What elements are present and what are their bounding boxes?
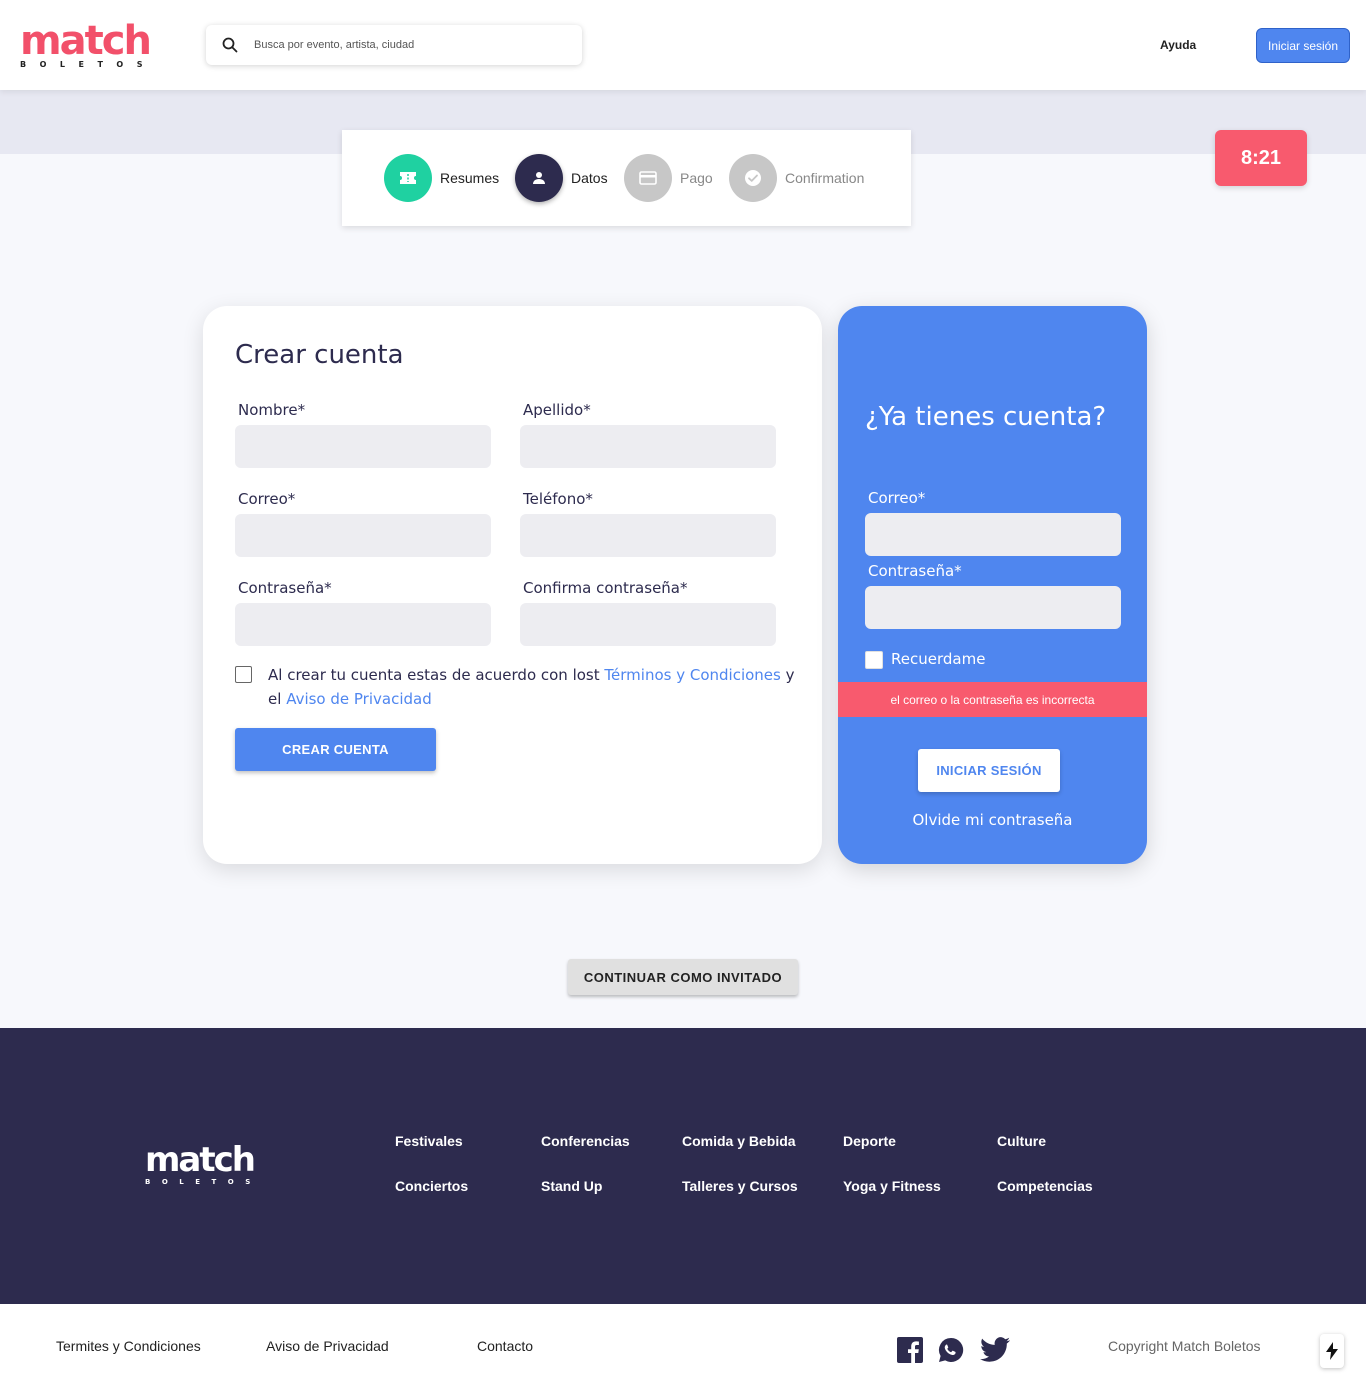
first-name-field[interactable] [235,425,491,468]
match-boletos-logo[interactable]: match BOLETOS [20,18,160,70]
last-name-field[interactable] [520,425,776,468]
copyright-text: Copyright Match Boletos [1108,1338,1261,1354]
facebook-icon[interactable] [896,1336,924,1364]
footer-link-competencias[interactable]: Competencias [997,1178,1093,1194]
step-circle [624,154,672,202]
quick-action-button[interactable] [1320,1334,1344,1368]
credit-card-icon [639,171,657,185]
phone-label: Teléfono* [523,490,593,508]
step-label: Resumes [440,170,500,186]
step-pago[interactable]: Pago [624,154,713,202]
first-name-label: Nombre* [238,401,306,419]
forgot-password-link[interactable]: Olvide mi contraseña [838,811,1147,829]
check-circle-icon [745,170,761,186]
phone-field[interactable] [520,514,776,557]
header-login-button[interactable]: Iniciar sesión [1256,28,1350,63]
login-email-label: Correo* [868,489,926,507]
email-field[interactable] [235,514,491,557]
ticket-icon [400,172,416,184]
footer-link-conciertos[interactable]: Conciertos [395,1178,468,1194]
footer: match BOLETOS Festivales Conferencias Co… [0,1028,1366,1304]
login-password-field[interactable] [865,586,1121,629]
step-circle [384,154,432,202]
confirm-password-label: Confirma contraseña* [523,579,688,597]
remember-label: Recuerdame [891,650,986,668]
footer-link-yoga-fitness[interactable]: Yoga y Fitness [843,1178,941,1194]
login-title: ¿Ya tienes cuenta? [865,402,1107,432]
password-label: Contraseña* [238,579,332,597]
search-input[interactable] [254,33,564,57]
step-label: Confirmation [785,170,865,186]
terms-text: Al crear tu cuenta estas de acuerdo con … [268,663,808,711]
footer-link-comida-bebida[interactable]: Comida y Bebida [682,1133,796,1149]
top-header: match BOLETOS Ayuda Iniciar sesión [0,0,1366,90]
continue-as-guest-button[interactable]: CONTINUAR COMO INVITADO [568,959,798,995]
terms-checkbox[interactable] [235,666,252,683]
login-password-label: Contraseña* [868,562,962,580]
step-confirmation[interactable]: Confirmation [729,154,864,202]
footer-link-stand-up[interactable]: Stand Up [541,1178,602,1194]
search-icon [222,37,238,53]
countdown-timer: 8:21 [1215,130,1307,186]
terms-link[interactable]: Términos y Condiciones [604,666,780,684]
lightning-icon [1326,1342,1338,1360]
footer-logo-word: match [145,1140,256,1180]
logo-subtitle: BOLETOS [20,60,156,69]
footer-link-festivales[interactable]: Festivales [395,1133,463,1149]
footer-link-talleres-cursos[interactable]: Talleres y Cursos [682,1178,798,1194]
user-icon [533,172,545,184]
step-circle [729,154,777,202]
password-field[interactable] [235,603,491,646]
bottom-terms-link[interactable]: Termites y Condiciones [56,1338,201,1354]
help-link[interactable]: Ayuda [1160,38,1196,52]
privacy-link[interactable]: Aviso de Privacidad [286,690,432,708]
search-bar[interactable] [206,25,582,65]
bottom-bar: Termites y Condiciones Aviso de Privacid… [0,1304,1366,1395]
checkout-stepper: Resumes Datos Pago Confirmation [342,130,911,226]
remember-checkbox[interactable] [865,651,883,669]
step-label: Pago [680,170,713,186]
create-account-card: Crear cuenta Nombre* Apellido* Correo* T… [203,306,822,864]
bottom-contact-link[interactable]: Contacto [477,1338,533,1354]
login-error-message: el correo o la contraseña es incorrecta [838,682,1147,717]
bottom-privacy-link[interactable]: Aviso de Privacidad [266,1338,389,1354]
whatsapp-icon[interactable] [937,1336,965,1364]
twitter-icon[interactable] [979,1336,1011,1364]
signin-button[interactable]: INICIAR SESIÓN [918,749,1060,792]
login-card: ¿Ya tienes cuenta? Correo* Contraseña* R… [838,306,1147,864]
step-resumes[interactable]: Resumes [384,154,499,202]
terms-prefix: Al crear tu cuenta estas de acuerdo con … [268,666,600,684]
create-account-button[interactable]: CREAR CUENTA [235,728,436,771]
footer-link-conferencias[interactable]: Conferencias [541,1133,630,1149]
footer-logo[interactable]: match BOLETOS [145,1143,275,1187]
logo-word: match [20,18,152,64]
footer-link-deporte[interactable]: Deporte [843,1133,896,1149]
step-datos[interactable]: Datos [515,154,608,202]
footer-link-culture[interactable]: Culture [997,1133,1046,1149]
create-account-title: Crear cuenta [235,340,404,370]
step-circle [515,154,563,202]
confirm-password-field[interactable] [520,603,776,646]
email-label: Correo* [238,490,296,508]
login-email-field[interactable] [865,513,1121,556]
footer-logo-subtitle: BOLETOS [145,1178,262,1186]
step-label: Datos [571,170,608,186]
last-name-label: Apellido* [523,401,591,419]
